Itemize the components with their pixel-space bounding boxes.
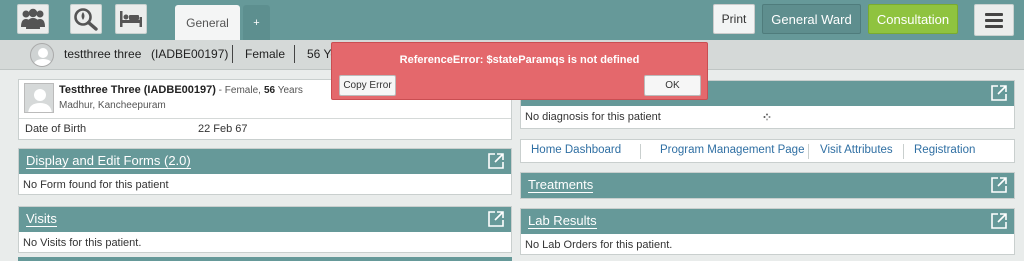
divider [294, 45, 295, 63]
divider [903, 144, 904, 159]
dob-label: Date of Birth [25, 123, 87, 135]
lab-results-panel: Lab Results No Lab Orders for this patie… [520, 208, 1015, 255]
patients-icon [21, 8, 45, 29]
search-icon [74, 8, 98, 31]
expand-icon[interactable] [990, 84, 1008, 102]
patient-name: testthree three [64, 47, 142, 61]
expand-icon[interactable] [487, 152, 505, 170]
forms-empty-message: No Form found for this patient [23, 179, 169, 191]
dob-value: 22 Feb 67 [198, 123, 248, 135]
visits-panel: Visits No Visits for this patient. [18, 206, 512, 253]
tab-general[interactable]: General [175, 5, 240, 40]
next-panel-header [18, 257, 512, 261]
patients-button[interactable] [17, 4, 49, 34]
forms-panel: Display and Edit Forms (2.0) No Form fou… [18, 148, 512, 195]
quick-links-bar: Home Dashboard Program Management Page V… [520, 139, 1015, 163]
divider [232, 45, 233, 63]
expand-icon[interactable] [990, 212, 1008, 230]
print-button[interactable]: Print [713, 4, 755, 34]
bed-icon [120, 11, 142, 27]
avatar [30, 43, 54, 67]
consultation-button[interactable]: Consultation [868, 4, 958, 34]
lab-empty-message: No Lab Orders for this patient. [525, 239, 673, 251]
expand-icon[interactable] [487, 210, 505, 228]
ok-button[interactable]: OK [644, 75, 701, 96]
link-registration[interactable]: Registration [914, 144, 975, 156]
add-tab-button[interactable]: + [243, 5, 270, 40]
avatar [24, 83, 54, 113]
patient-address: Madhur, Kancheepuram [59, 100, 166, 111]
error-dialog: ReferenceError: $stateParamqs is not def… [331, 42, 708, 100]
treatments-panel-title[interactable]: Treatments [528, 178, 594, 193]
hamburger-icon [985, 12, 1003, 16]
user-icon [28, 89, 52, 112]
top-navigation-bar: General + Print General Ward Consultatio… [0, 0, 1024, 40]
search-button[interactable] [70, 4, 102, 34]
copy-error-button[interactable]: Copy Error [339, 75, 396, 96]
treatments-panel: Treatments [520, 172, 1015, 199]
spinner-icon [763, 113, 771, 121]
link-program-management[interactable]: Program Management Page [660, 144, 804, 156]
visits-empty-message: No Visits for this patient. [23, 237, 142, 249]
bed-button[interactable] [115, 4, 147, 34]
patient-info-name-line: Testthree Three (IADBE00197) - Female, 5… [59, 84, 303, 96]
expand-icon[interactable] [990, 176, 1008, 194]
patient-gender: Female [245, 47, 286, 61]
menu-button[interactable] [974, 4, 1014, 36]
lab-panel-title[interactable]: Lab Results [528, 214, 597, 229]
divider [640, 144, 641, 159]
forms-panel-title[interactable]: Display and Edit Forms (2.0) [26, 154, 191, 169]
general-ward-button[interactable]: General Ward [762, 4, 861, 34]
visits-panel-title[interactable]: Visits [26, 212, 57, 227]
diagnosis-empty-message: No diagnosis for this patient [525, 111, 661, 123]
link-home-dashboard[interactable]: Home Dashboard [531, 144, 621, 156]
error-message: ReferenceError: $stateParamqs is not def… [399, 54, 640, 66]
patient-id: (IADBE00197) [151, 47, 229, 61]
link-visit-attributes[interactable]: Visit Attributes [820, 144, 893, 156]
divider [808, 144, 809, 159]
